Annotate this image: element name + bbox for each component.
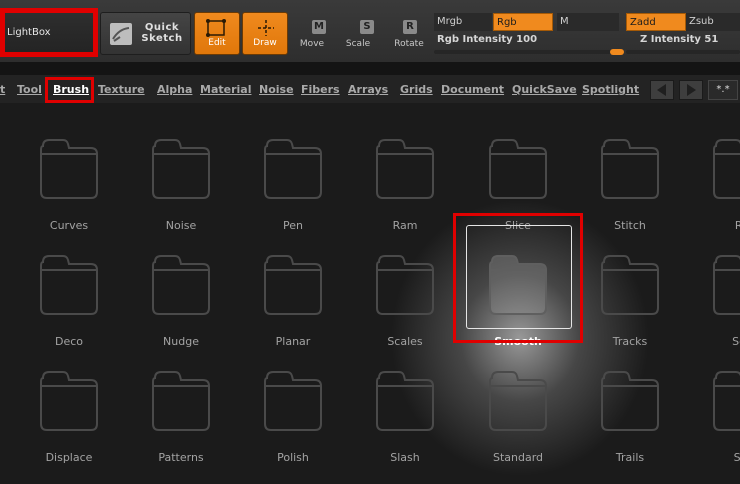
draw-label: Draw [253,38,277,48]
folder-icon [40,139,98,199]
scale-button[interactable]: S Scale [340,18,376,56]
rotate-button[interactable]: R Rotate [391,18,427,56]
brush-item[interactable]: Patterns [126,346,236,464]
menu-item-spotlight[interactable]: Spotlight [582,83,639,96]
z-intensity-label: Z Intensity 51 [640,34,719,45]
scale-icon: S [360,20,374,34]
folder-icon [264,139,322,199]
edit-button[interactable]: Edit [194,12,240,55]
mrgb-button[interactable]: Mrgb [434,13,492,31]
m-button[interactable]: M [557,13,619,31]
menu-item-partial[interactable]: t [0,83,5,96]
brush-item[interactable]: Stitch [575,114,685,232]
brush-label: Patterns [158,451,204,464]
folder-icon [489,139,547,199]
rgb-intensity-knob[interactable] [610,49,624,55]
folder-icon [713,255,740,315]
folder-icon [489,371,547,431]
menu-item-texture[interactable]: Texture [98,83,145,96]
menu-item-tool[interactable]: Tool [17,83,42,96]
zsub-button[interactable]: Zsub [686,13,740,31]
brush-label: Displace [45,451,93,464]
brush-item[interactable]: Polish [238,346,348,464]
forward-button[interactable] [679,80,703,100]
brush-item[interactable]: Scales [350,230,460,348]
folder-icon [0,368,1,434]
folder-icon [152,371,210,431]
brush-item[interactable]: Slash [350,346,460,464]
triangle-left-icon [657,84,666,96]
brush-item[interactable]: Planar [238,230,348,348]
brush-item[interactable]: Sla [687,346,740,464]
folder-icon [713,139,740,199]
folder-icon [40,371,98,431]
brush-item[interactable]: Standard [463,346,573,464]
back-button[interactable] [650,80,674,100]
z-intensity-slider[interactable] [626,50,740,54]
brush-item[interactable]: Deco [14,230,124,348]
folder-icon [601,255,659,315]
brush-grid: CurvesNoisePenRamSliceStitchRasDecoNudge… [0,103,740,484]
brush-item[interactable]: Ra [687,114,740,232]
brush-item[interactable]: Nudge [126,230,236,348]
move-icon: M [312,20,326,34]
folder-icon [40,255,98,315]
rotate-label: Rotate [394,39,424,49]
brush-item[interactable]: Curves [14,114,124,232]
folder-icon [0,136,1,202]
menu-item-quicksave[interactable]: QuickSave [512,83,577,96]
brush-label: Trails [615,451,645,464]
menu-item-material[interactable]: Material [200,83,251,96]
folder-icon [0,252,1,318]
draw-button[interactable]: Draw [242,12,288,55]
brush-item[interactable]: Tracks [575,230,685,348]
quick-sketch-label: Quick Sketch [141,22,183,44]
rgb-intensity-label: Rgb Intensity 100 [437,34,538,45]
rgb-button[interactable]: Rgb [493,13,553,31]
highlight-smooth-brush [453,213,583,343]
file-pattern-filter[interactable]: *.* [708,80,738,100]
menu-item-arrays[interactable]: Arrays [348,83,388,96]
brush-item[interactable]: Noise [126,114,236,232]
brush-label: Slash [390,451,420,464]
move-label: Move [299,39,325,49]
highlight-lightbox [0,8,98,57]
zadd-button[interactable]: Zadd [626,13,686,31]
brush-item[interactable]: Sca [687,230,740,348]
folder-icon [152,255,210,315]
brush-item[interactable]: Displace [14,346,124,464]
menu-item-noise[interactable]: Noise [259,83,294,96]
triangle-right-icon [687,84,696,96]
folder-icon [152,139,210,199]
rotate-icon: R [403,20,417,34]
brush-label: Standard [492,451,544,464]
brush-item[interactable]: Ram [350,114,460,232]
brush-item[interactable]: Pen [238,114,348,232]
menu-item-fibers[interactable]: Fibers [301,83,340,96]
highlight-brush-menu [45,77,94,103]
folder-icon [376,139,434,199]
folder-icon [264,255,322,315]
menu-item-grids[interactable]: Grids [400,83,433,96]
folder-icon [264,371,322,431]
top-toolbar: LightBox Quick Sketch Edit Draw M Move S… [0,0,740,62]
rgb-intensity-slider[interactable] [434,49,624,55]
brush-label: Sla [733,451,740,464]
brush-label: Polish [277,451,309,464]
folder-icon [601,371,659,431]
folder-icon [376,371,434,431]
brush-item[interactable]: Trails [575,346,685,464]
folder-icon [376,255,434,315]
menu-item-document[interactable]: Document [441,83,504,96]
folder-icon [601,139,659,199]
edit-label: Edit [208,38,226,48]
move-button[interactable]: M Move [294,18,330,56]
scale-label: Scale [345,39,371,49]
toolbar-divider [0,62,740,75]
menu-item-alpha[interactable]: Alpha [157,83,192,96]
quick-sketch-button[interactable]: Quick Sketch [100,12,191,55]
menu-bar: t Tool Brush Texture Alpha Material Nois… [0,75,740,103]
quick-sketch-icon [110,23,132,45]
folder-icon [713,371,740,431]
